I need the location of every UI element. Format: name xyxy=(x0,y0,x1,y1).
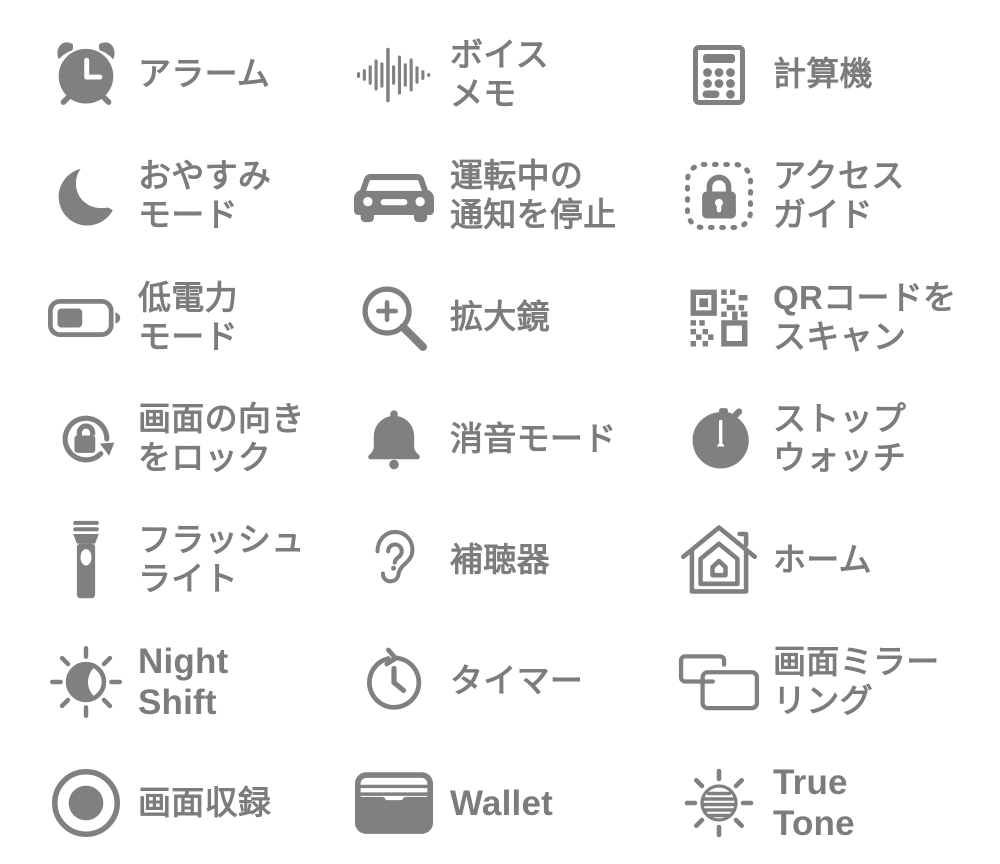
calculator-icon xyxy=(677,33,761,117)
shortcut-item-label: ホーム xyxy=(773,540,872,578)
shortcut-item[interactable]: 画面収録 xyxy=(0,743,334,864)
shortcut-item-label: 画面収録 xyxy=(138,783,272,821)
shortcut-item-label: Night Shift xyxy=(138,641,229,722)
stopwatch-icon xyxy=(677,397,761,481)
shortcut-item-label: 補聴器 xyxy=(450,540,550,578)
crescent-moon-icon xyxy=(44,154,128,238)
car-icon xyxy=(352,154,436,238)
shortcut-item-label: 低電力 モード xyxy=(138,278,238,355)
shortcut-item[interactable]: 消音モード xyxy=(334,378,667,499)
shortcut-item-label: ストップ ウォッチ xyxy=(773,400,907,476)
shortcut-item[interactable]: 運転中の 通知を停止 xyxy=(334,135,667,256)
shortcut-item-label: タイマー xyxy=(450,662,584,700)
wallet-icon xyxy=(352,761,436,845)
shortcut-item-label: 拡大鏡 xyxy=(450,298,550,336)
shortcut-item-label: True Tone xyxy=(773,762,855,844)
night-shift-icon xyxy=(44,640,128,724)
shortcut-item[interactable]: フラッシュ ライト xyxy=(0,500,334,621)
shortcut-item[interactable]: 画面ミラー リング xyxy=(667,621,1000,742)
shortcut-item-label: アラーム xyxy=(138,55,271,93)
shortcut-item-label: アクセス ガイド xyxy=(773,157,905,234)
low-battery-icon xyxy=(44,276,128,360)
alarm-clock-icon xyxy=(44,33,128,117)
screen-record-icon xyxy=(44,761,128,845)
shortcut-item[interactable]: Night Shift xyxy=(0,621,334,742)
shortcut-item[interactable]: 拡大鏡 xyxy=(334,257,667,378)
shortcut-item-label: おやすみ モード xyxy=(138,157,272,234)
rotation-lock-icon xyxy=(44,397,128,481)
bell-icon xyxy=(352,397,436,481)
shortcut-item[interactable]: アクセス ガイド xyxy=(667,135,1000,256)
shortcut-item[interactable]: ホーム xyxy=(667,500,1000,621)
shortcut-item[interactable]: 補聴器 xyxy=(334,500,667,621)
screen-mirroring-icon xyxy=(677,640,761,724)
shortcut-item-label: フラッシュ ライト xyxy=(138,521,305,598)
shortcut-item[interactable]: True Tone xyxy=(667,743,1000,864)
voice-memo-waveform-icon xyxy=(352,33,436,117)
shortcut-item[interactable]: ボイス メモ xyxy=(334,14,667,135)
ear-hearing-icon xyxy=(352,518,436,602)
shortcut-item[interactable]: QRコードを スキャン xyxy=(667,257,1000,378)
flashlight-icon xyxy=(44,518,128,602)
shortcut-item[interactable]: ストップ ウォッチ xyxy=(667,378,1000,499)
shortcut-item-label: QRコードを スキャン xyxy=(773,278,957,355)
shortcut-item-label: 消音モード xyxy=(450,419,617,457)
shortcut-item-label: 運転中の 通知を停止 xyxy=(450,157,617,234)
magnifier-plus-icon xyxy=(352,276,436,360)
shortcut-item[interactable]: 低電力 モード xyxy=(0,257,334,378)
shortcut-item-label: ボイス メモ xyxy=(450,35,549,112)
shortcut-icon-grid: アラーム ボイス メモ 計算機 おやすみ モード 運転中の 通知を停止 アクセス… xyxy=(0,0,1000,864)
guided-access-lock-icon xyxy=(677,154,761,238)
shortcut-item-label: 画面ミラー リング xyxy=(773,642,940,719)
true-tone-icon xyxy=(677,761,761,845)
shortcut-item-label: 計算機 xyxy=(773,55,873,93)
home-house-icon xyxy=(677,518,761,602)
qr-code-icon xyxy=(677,276,761,360)
shortcut-item-label: Wallet xyxy=(450,783,553,823)
shortcut-item[interactable]: Wallet xyxy=(334,743,667,864)
shortcut-item-label: 画面の向き をロック xyxy=(138,400,305,476)
shortcut-item[interactable]: タイマー xyxy=(334,621,667,742)
shortcut-item[interactable]: アラーム xyxy=(0,14,334,135)
timer-icon xyxy=(352,640,436,724)
shortcut-item[interactable]: おやすみ モード xyxy=(0,135,334,256)
shortcut-item[interactable]: 計算機 xyxy=(667,14,1000,135)
shortcut-item[interactable]: 画面の向き をロック xyxy=(0,378,334,499)
